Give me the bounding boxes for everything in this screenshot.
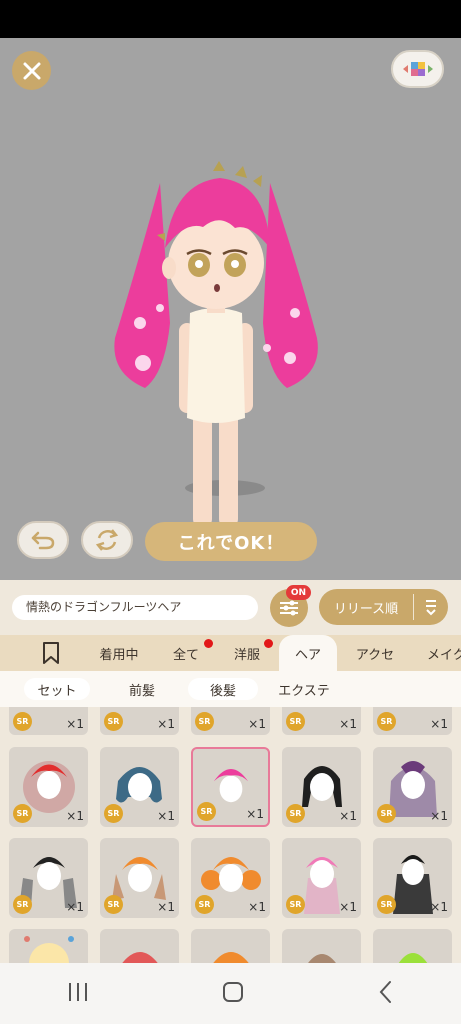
hair-item-card[interactable]: SR ×1	[9, 747, 88, 827]
hair-item-card[interactable]: SR ×1	[282, 747, 361, 827]
subtab-set[interactable]: セット	[24, 678, 90, 700]
item-quantity: ×1	[157, 809, 175, 823]
back-icon	[379, 980, 391, 1003]
home-button[interactable]	[221, 980, 245, 1008]
subtab-front-hair[interactable]: 前髪	[110, 678, 174, 700]
recent-apps-icon	[68, 982, 87, 1001]
rarity-badge: SR	[197, 802, 216, 821]
hair-item-card[interactable]	[191, 929, 270, 963]
rarity-badge: SR	[377, 895, 396, 914]
home-icon	[222, 981, 243, 1002]
hair-item-card[interactable]: SR ×1	[373, 707, 452, 735]
rarity-badge: SR	[13, 804, 32, 823]
rarity-badge: SR	[13, 895, 32, 914]
rarity-badge: SR	[286, 804, 305, 823]
avatar-character	[114, 161, 318, 523]
recent-apps-button[interactable]	[66, 981, 90, 1007]
tab-makeup[interactable]: メイク	[413, 635, 461, 671]
hair-item-card[interactable]: SR ×1	[282, 838, 361, 918]
hair-item-card[interactable]: SR ×1	[191, 707, 270, 735]
item-quantity: ×1	[430, 900, 448, 914]
hair-item-card[interactable]: SR ×1	[100, 707, 179, 735]
item-quantity: ×1	[430, 717, 448, 731]
item-quantity: ×1	[430, 809, 448, 823]
category-tabs: 着用中 全て 洋服 ヘア アクセ メイク	[0, 635, 461, 671]
palette-toggle-button[interactable]	[391, 50, 444, 88]
hair-thumbnail	[122, 952, 158, 963]
rarity-badge: SR	[286, 895, 305, 914]
item-quantity: ×1	[157, 717, 175, 731]
rarity-badge: SR	[377, 804, 396, 823]
rarity-badge: SR	[104, 804, 123, 823]
tab-wearing[interactable]: 着用中	[84, 635, 154, 671]
hair-subtabs: セット 前髪 後髪 エクステ	[0, 671, 461, 707]
sort-button[interactable]: リリース順	[319, 589, 448, 625]
tab-bookmark[interactable]	[28, 635, 74, 671]
rarity-badge: SR	[195, 712, 214, 731]
item-panel: 情熱のドラゴンフルーツヘア ON リリース順 着用中 全て 洋服 ヘア アクセ …	[0, 580, 461, 963]
hair-item-card[interactable]: SR ×1	[373, 838, 452, 918]
hair-item-card[interactable]: SR ×1	[191, 838, 270, 918]
hair-item-card[interactable]: SR ×1	[100, 747, 179, 827]
item-quantity: ×1	[248, 900, 266, 914]
undo-button[interactable]	[17, 521, 69, 559]
undo-icon	[31, 531, 55, 550]
hair-item-card[interactable]: SR ×1	[100, 838, 179, 918]
close-icon	[23, 62, 40, 79]
selected-item-name: 情熱のドラゴンフルーツヘア	[12, 595, 258, 620]
system-nav-bar	[0, 963, 461, 1024]
hair-item-card[interactable]: SR ×1	[9, 838, 88, 918]
subtab-back-hair[interactable]: 後髪	[188, 678, 258, 700]
filter-on-badge: ON	[286, 585, 311, 600]
close-button[interactable]	[12, 51, 51, 90]
sort-order-icon[interactable]	[414, 598, 448, 616]
hair-item-card[interactable]: SR ×1	[373, 747, 452, 827]
tab-accessories[interactable]: アクセ	[343, 635, 407, 671]
palette-switch-icon	[402, 62, 433, 76]
hair-item-card[interactable]: SR ×1	[9, 707, 88, 735]
item-quantity: ×1	[246, 807, 264, 821]
hair-thumbnail	[24, 936, 74, 963]
subtab-extensions[interactable]: エクステ	[270, 678, 338, 700]
rotate-icon	[95, 529, 119, 551]
rarity-badge: SR	[13, 712, 32, 731]
sort-label: リリース順	[333, 601, 399, 617]
hair-thumbnail	[398, 953, 428, 963]
hair-item-grid: SR ×1 SR ×1 SR ×1 SR ×1 SR ×1 SR ×1 SR ×…	[0, 707, 461, 963]
hair-item-card[interactable]	[100, 929, 179, 963]
rarity-badge: SR	[195, 895, 214, 914]
status-bar	[0, 0, 461, 38]
tab-hair[interactable]: ヘア	[279, 635, 337, 671]
rarity-badge: SR	[104, 895, 123, 914]
filter-sliders-icon	[280, 600, 298, 616]
hair-item-card[interactable]: SR ×1	[282, 707, 361, 735]
item-quantity: ×1	[339, 900, 357, 914]
item-quantity: ×1	[157, 900, 175, 914]
rotate-button[interactable]	[81, 521, 133, 559]
bookmark-icon	[43, 642, 59, 664]
back-button[interactable]	[376, 980, 396, 1008]
hair-item-card[interactable]	[373, 929, 452, 963]
hair-thumbnail	[213, 952, 249, 963]
rarity-badge: SR	[286, 712, 305, 731]
item-quantity: ×1	[66, 900, 84, 914]
tab-clothes-notification-dot	[264, 639, 273, 648]
hair-thumbnail	[308, 954, 336, 963]
confirm-ok-button[interactable]: これでOK！	[145, 522, 317, 561]
tab-all-notification-dot	[204, 639, 213, 648]
item-quantity: ×1	[339, 717, 357, 731]
avatar-stage: これでOK！	[0, 38, 461, 580]
hair-item-card[interactable]	[9, 929, 88, 963]
item-quantity: ×1	[248, 717, 266, 731]
rarity-badge: SR	[377, 712, 396, 731]
item-quantity: ×1	[339, 809, 357, 823]
item-quantity: ×1	[66, 717, 84, 731]
hair-item-card[interactable]	[282, 929, 361, 963]
hair-item-card-selected[interactable]: SR ×1	[191, 747, 270, 827]
rarity-badge: SR	[104, 712, 123, 731]
item-quantity: ×1	[66, 809, 84, 823]
